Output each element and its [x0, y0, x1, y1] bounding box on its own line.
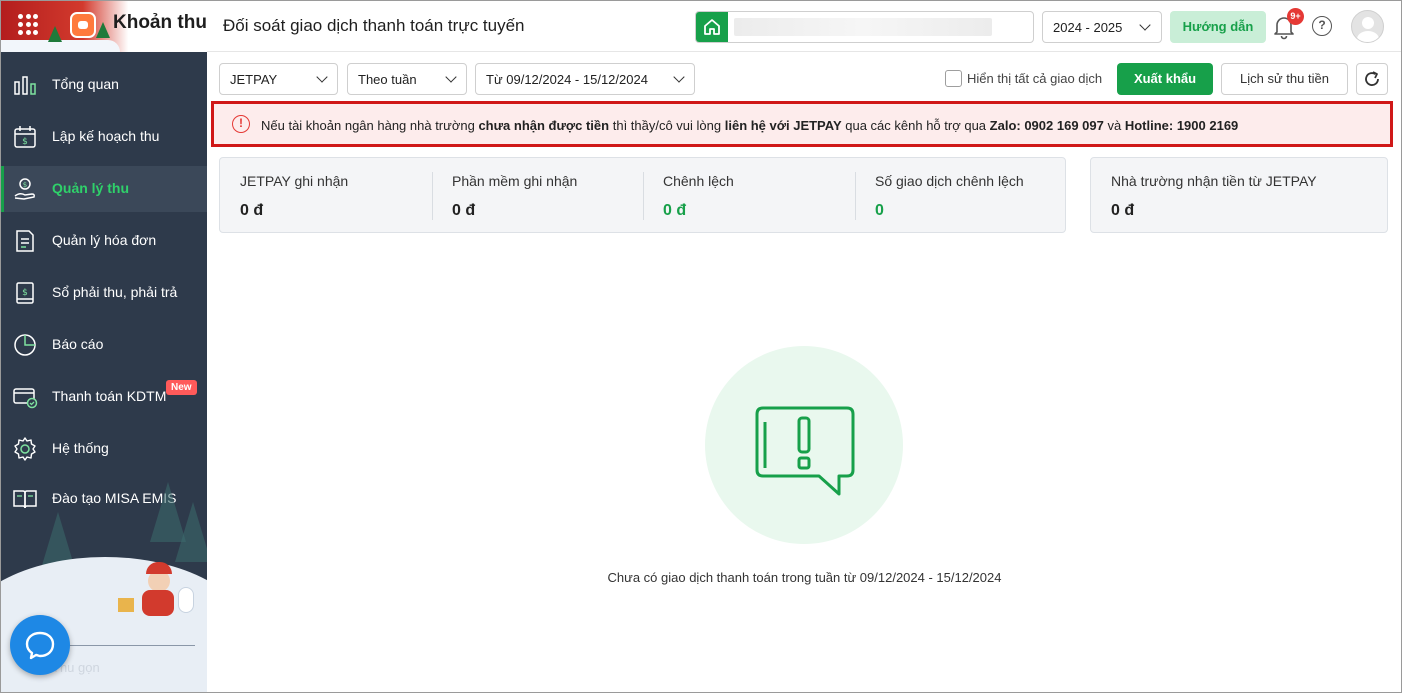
- period-select[interactable]: Theo tuần: [347, 63, 467, 95]
- pie-chart-icon: [14, 334, 36, 356]
- sidebar-item-label: Thanh toán KDTM: [52, 388, 167, 404]
- school-received-label: Nhà trường nhận tiền từ JETPAY: [1111, 173, 1317, 189]
- christmas-tree-icon: [96, 22, 110, 38]
- sidebar-item-label: Hệ thống: [52, 440, 109, 456]
- sidebar-item-overview[interactable]: Tổng quan: [0, 62, 207, 108]
- chevron-down-icon: [673, 71, 685, 83]
- gear-icon: [14, 437, 36, 461]
- provider-value: JETPAY: [230, 72, 278, 87]
- sidebar-item-label: Báo cáo: [52, 336, 104, 352]
- page-title: Đối soát giao dịch thanh toán trực tuyến: [223, 16, 525, 35]
- school-name-redacted: [734, 18, 992, 36]
- avatar[interactable]: [1351, 10, 1384, 43]
- school-selector[interactable]: [695, 11, 1034, 43]
- sidebar-item-label: Sổ phải thu, phải trả: [52, 284, 178, 300]
- empty-state-message: Chưa có giao dịch thanh toán trong tuần …: [607, 570, 1002, 585]
- app-grid-icon[interactable]: [18, 14, 40, 36]
- hand-coin-icon: $: [14, 178, 35, 200]
- date-range-value: Từ 09/12/2024 - 15/12/2024: [486, 72, 648, 87]
- main-content: JETPAY Theo tuần Từ 09/12/2024 - 15/12/2…: [207, 52, 1402, 693]
- school-year-value: 2024 - 2025: [1053, 20, 1123, 35]
- refresh-icon: [1365, 71, 1379, 86]
- refresh-button[interactable]: [1356, 63, 1388, 95]
- brand-area: Khoản thu: [0, 0, 207, 52]
- stat-difference-count: Số giao dịch chênh lệch 0: [875, 173, 1024, 219]
- show-all-checkbox[interactable]: [945, 70, 962, 87]
- school-received-card: Nhà trường nhận tiền từ JETPAY 0 đ: [1090, 157, 1388, 233]
- sidebar-item-label: Quản lý hóa đơn: [52, 232, 157, 248]
- reconciliation-summary: JETPAY ghi nhận 0 đ Phần mềm ghi nhận 0 …: [219, 157, 1066, 233]
- christmas-tree-icon: [48, 26, 62, 42]
- bar-chart-icon: [14, 76, 36, 95]
- sidebar-item-plan[interactable]: $ Lập kế hoạch thu: [0, 114, 207, 160]
- chat-icon: [25, 631, 55, 660]
- warning-banner: ! Nếu tài khoản ngân hàng nhà trường chư…: [211, 101, 1393, 147]
- provider-select[interactable]: JETPAY: [219, 63, 338, 95]
- empty-state-illustration: [705, 346, 903, 544]
- stat-jetpay-recorded: JETPAY ghi nhận 0 đ: [240, 173, 349, 219]
- sidebar-item-label: Tổng quan: [52, 76, 119, 92]
- sidebar-item-invoices[interactable]: Quản lý hóa đơn: [0, 218, 207, 264]
- payment-history-button[interactable]: Lịch sử thu tiền: [1221, 63, 1348, 95]
- gift-icon: [118, 598, 134, 612]
- calendar-money-icon: $: [14, 126, 36, 148]
- notification-badge: 9+: [1287, 8, 1304, 25]
- brand-title: Khoản thu: [113, 12, 207, 33]
- top-bar: Khoản thu Đối soát giao dịch thanh toán …: [0, 0, 1402, 52]
- svg-text:$: $: [22, 137, 28, 147]
- school-received-value: 0 đ: [1111, 202, 1135, 219]
- alert-icon: !: [232, 115, 250, 133]
- svg-text:$: $: [22, 288, 28, 298]
- stat-software-recorded: Phần mềm ghi nhận 0 đ: [452, 173, 578, 219]
- warning-message: Nếu tài khoản ngân hàng nhà trường chưa …: [261, 118, 1239, 133]
- chat-support-button[interactable]: [10, 615, 70, 675]
- sidebar-item-manage-revenue[interactable]: $ Quản lý thu: [0, 166, 207, 212]
- new-badge: New: [166, 380, 197, 395]
- snowman-icon: [178, 587, 194, 613]
- sidebar-item-label: Lập kế hoạch thu: [52, 128, 160, 144]
- school-year-select[interactable]: 2024 - 2025: [1042, 11, 1162, 43]
- date-range-select[interactable]: Từ 09/12/2024 - 15/12/2024: [475, 63, 695, 95]
- card-check-icon: [13, 388, 38, 409]
- stat-difference: Chênh lệch 0 đ: [663, 173, 734, 219]
- sidebar-item-system[interactable]: Hệ thống: [0, 426, 207, 472]
- show-all-label: Hiển thị tất cả giao dịch: [967, 71, 1103, 86]
- ledger-icon: $: [16, 282, 34, 304]
- export-button[interactable]: Xuất khẩu: [1117, 63, 1213, 95]
- chevron-down-icon: [316, 71, 328, 83]
- message-alert-icon: [755, 406, 855, 496]
- sidebar-item-reports[interactable]: Báo cáo: [0, 322, 207, 368]
- chevron-down-icon: [1139, 19, 1151, 31]
- guide-button[interactable]: Hướng dẫn: [1170, 11, 1266, 43]
- sidebar-item-ledger[interactable]: $ Sổ phải thu, phải trả: [0, 270, 207, 316]
- app-logo-icon: [70, 12, 96, 38]
- invoice-icon: [16, 230, 34, 252]
- svg-text:$: $: [23, 181, 27, 189]
- school-home-icon: [696, 12, 728, 42]
- sidebar-item-label: Quản lý thu: [52, 180, 129, 196]
- help-icon[interactable]: ?: [1312, 16, 1332, 36]
- sidebar: Tổng quan $ Lập kế hoạch thu $ Quản lý t…: [0, 52, 207, 693]
- chevron-down-icon: [445, 71, 457, 83]
- period-value: Theo tuần: [358, 72, 417, 87]
